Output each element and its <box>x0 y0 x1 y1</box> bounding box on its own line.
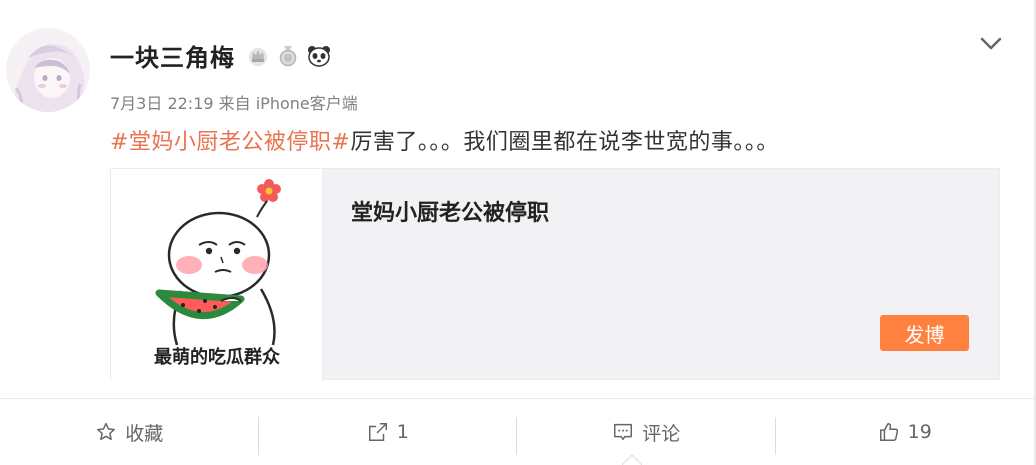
badge-list <box>247 45 330 67</box>
username[interactable]: 一块三角梅 <box>110 38 235 73</box>
post-header: 一块三角梅 <box>110 38 330 73</box>
repost-icon <box>368 423 387 441</box>
post-meta: 7月3日 22:19 来自 iPhone客户端 <box>110 94 358 113</box>
avatar[interactable] <box>6 28 90 112</box>
comment-button[interactable]: 评论 <box>517 399 776 465</box>
post-content: #堂妈小厨老公被停职#厉害了。。。我们圈里都在说李世宽的事。。。 <box>110 124 779 156</box>
like-button[interactable]: 19 <box>776 399 1035 465</box>
repost-count: 1 <box>396 421 409 443</box>
post-text: 厉害了。。。我们圈里都在说李世宽的事。。。 <box>350 130 779 155</box>
comment-label: 评论 <box>642 422 681 445</box>
post-button[interactable]: 发博 <box>880 315 969 351</box>
action-bar: 收藏 1 评论 19 <box>0 399 1034 465</box>
favorite-button[interactable]: 收藏 <box>0 399 259 465</box>
card-image: 最萌的吃瓜群众 <box>111 169 323 381</box>
favorite-label: 收藏 <box>125 422 164 445</box>
comment-expand-caret <box>622 454 642 465</box>
card-title[interactable]: 堂妈小厨老公被停职 <box>351 195 549 227</box>
repost-button[interactable]: 1 <box>259 399 517 465</box>
avatar-image <box>6 28 90 112</box>
comment-icon <box>614 423 633 441</box>
panda-icon[interactable] <box>307 45 330 67</box>
thumbs-up-icon <box>879 423 898 441</box>
topic-link[interactable]: #堂妈小厨老公被停职# <box>110 130 350 155</box>
topic-card[interactable]: 最萌的吃瓜群众 堂妈小厨老公被停职 发博 <box>110 168 1000 381</box>
star-icon <box>97 422 116 441</box>
like-count: 19 <box>907 421 932 443</box>
meme-illustration <box>155 179 281 346</box>
card-image-caption: 最萌的吃瓜群众 <box>154 347 280 368</box>
chevron-down-icon[interactable] <box>978 30 1004 56</box>
vip-crown-icon[interactable] <box>247 45 269 67</box>
medal-icon[interactable] <box>277 45 299 67</box>
